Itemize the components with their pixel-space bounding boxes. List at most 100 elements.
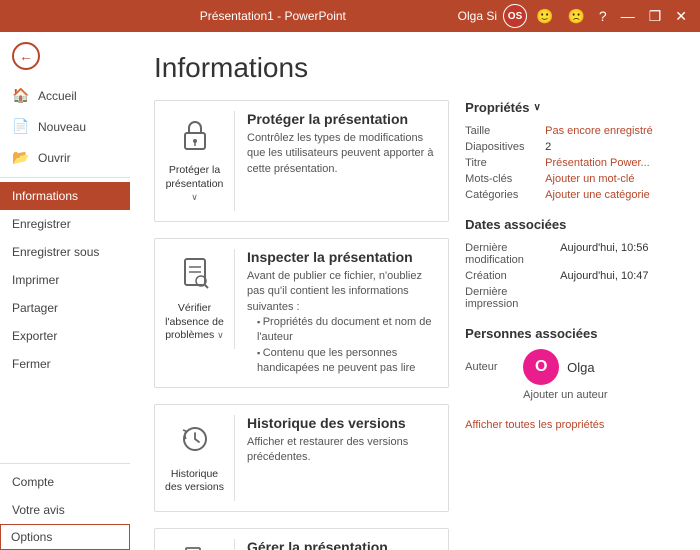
prop-value-taille[interactable]: Pas encore enregistré	[545, 123, 676, 139]
help-icon[interactable]: ?	[594, 6, 612, 26]
sidebar-item-imprimer[interactable]: Imprimer	[0, 266, 130, 294]
date-label-modification: Dernière modification	[465, 240, 560, 268]
properties-header: Propriétés ∨	[465, 100, 676, 115]
card-icon-inspecter[interactable]: Vérifier l'absence de problèmes ∨	[165, 249, 235, 349]
card-inspecter: Vérifier l'absence de problèmes ∨ Inspec…	[154, 238, 449, 388]
sidebar-item-accueil[interactable]: 🏠 Accueil	[0, 80, 130, 111]
sidebar-item-informations[interactable]: Informations	[0, 182, 130, 210]
main-content: Informations	[130, 32, 700, 550]
card-icon-historique[interactable]: Historique des versions	[165, 415, 235, 501]
app-body: ← 🏠 Accueil 📄 Nouveau 📂 Ouvrir Informati…	[0, 32, 700, 550]
open-icon: 📂	[12, 149, 30, 166]
persons-section: Personnes associées Auteur O Olga Ajoute…	[465, 326, 676, 401]
properties-table: Taille Pas encore enregistré Diapositive…	[465, 123, 676, 203]
restore-button[interactable]: ❒	[644, 6, 667, 27]
sidebar-bottom: Compte Votre avis Options	[0, 463, 130, 550]
sidebar-label-partager: Partager	[12, 301, 58, 315]
card-title-proteger: Protéger la présentation	[247, 111, 438, 127]
inspect-icon	[179, 255, 211, 298]
show-all-props-text[interactable]: Afficher toutes les propriétés	[465, 419, 604, 431]
sidebar-item-ouvrir[interactable]: 📂 Ouvrir	[0, 142, 130, 173]
card-desc-proteger: Contrôlez les types de modifications que…	[247, 131, 438, 177]
home-icon: 🏠	[12, 87, 30, 104]
card-historique: Historique des versions Historique des v…	[154, 404, 449, 512]
manage-icon	[179, 545, 211, 550]
sidebar-label-accueil: Accueil	[38, 89, 77, 103]
sidebar-item-avis[interactable]: Votre avis	[0, 496, 130, 524]
properties-title: Propriétés	[465, 100, 529, 115]
sidebar-item-compte[interactable]: Compte	[0, 468, 130, 496]
sidebar: ← 🏠 Accueil 📄 Nouveau 📂 Ouvrir Informati…	[0, 32, 130, 550]
author-name: Olga	[567, 360, 594, 375]
properties-section: Propriétés ∨ Taille Pas encore enregistr…	[465, 100, 676, 203]
card-label-historique: Historique des versions	[165, 468, 224, 495]
sidebar-item-nouveau[interactable]: 📄 Nouveau	[0, 111, 130, 142]
sidebar-label-nouveau: Nouveau	[38, 120, 86, 134]
minimize-button[interactable]: —	[616, 6, 640, 26]
page-title: Informations	[154, 52, 676, 84]
author-row: Auteur O Olga	[465, 349, 676, 385]
sidebar-item-enregistrer[interactable]: Enregistrer	[0, 210, 130, 238]
prop-label-taille: Taille	[465, 123, 545, 139]
card-content-inspecter: Inspecter la présentation Avant de publi…	[247, 249, 438, 377]
bullet-1: Propriétés du document et nom de l'auteu…	[257, 315, 438, 346]
card-title-historique: Historique des versions	[247, 415, 438, 431]
prop-row-taille: Taille Pas encore enregistré	[465, 123, 676, 139]
show-all-properties-link[interactable]: Afficher toutes les propriétés	[465, 415, 676, 433]
dates-table: Dernière modification Aujourd'hui, 10:56…	[465, 240, 676, 312]
sidebar-item-fermer[interactable]: Fermer	[0, 350, 130, 378]
dates-section: Dates associées Dernière modification Au…	[465, 217, 676, 312]
titlebar-user: Olga Si OS	[458, 4, 527, 28]
prop-label-mots-cles: Mots-clés	[465, 171, 545, 187]
card-label-proteger: Protéger la présentation ∨	[165, 164, 224, 205]
titlebar-username: Olga Si	[458, 9, 497, 23]
titlebar: Présentation1 - PowerPoint Olga Si OS 🙂 …	[0, 0, 700, 32]
sidebar-label-ouvrir: Ouvrir	[38, 151, 71, 165]
prop-value-titre[interactable]: Présentation Power...	[545, 155, 676, 171]
close-button[interactable]: ✕	[670, 6, 692, 27]
date-row-modification: Dernière modification Aujourd'hui, 10:56	[465, 240, 676, 268]
prop-row-categories: Catégories Ajouter une catégorie	[465, 187, 676, 203]
dates-title: Dates associées	[465, 217, 566, 232]
emoji-sad-icon[interactable]: 🙁	[562, 6, 589, 27]
bullet-2: Contenu que les personnes handicapées ne…	[257, 346, 438, 377]
card-desc-inspecter: Avant de publier ce fichier, n'oubliez p…	[247, 269, 438, 377]
sidebar-label-enregistrer: Enregistrer	[12, 217, 71, 231]
date-row-impression: Dernière impression	[465, 284, 676, 312]
sidebar-back: ←	[0, 32, 130, 80]
chevron-down-icon: ∨	[191, 192, 198, 202]
persons-header: Personnes associées	[465, 326, 676, 341]
new-icon: 📄	[12, 118, 30, 135]
history-icon	[179, 421, 211, 464]
sidebar-label-options: Options	[11, 530, 52, 544]
prop-row-mots-cles: Mots-clés Ajouter un mot-clé	[465, 171, 676, 187]
sidebar-label-imprimer: Imprimer	[12, 273, 59, 287]
card-title-inspecter: Inspecter la présentation	[247, 249, 438, 265]
card-icon-gerer[interactable]: Gérer la présentation ∨	[165, 539, 235, 550]
sidebar-item-exporter[interactable]: Exporter	[0, 322, 130, 350]
sidebar-item-partager[interactable]: Partager	[0, 294, 130, 322]
titlebar-title: Présentation1 - PowerPoint	[88, 9, 458, 23]
user-avatar: OS	[503, 4, 527, 28]
chevron-down-icon: ∨	[217, 330, 224, 340]
sidebar-label-compte: Compte	[12, 475, 54, 489]
sidebar-item-enregistrer-sous[interactable]: Enregistrer sous	[0, 238, 130, 266]
add-author-link[interactable]: Ajouter un auteur	[523, 389, 676, 401]
prop-value-categories[interactable]: Ajouter une catégorie	[545, 187, 676, 203]
sidebar-item-options[interactable]: Options	[0, 524, 130, 550]
emoji-happy-icon[interactable]: 🙂	[531, 6, 558, 27]
card-icon-proteger[interactable]: Protéger la présentation ∨	[165, 111, 235, 211]
sidebar-nav: 🏠 Accueil 📄 Nouveau 📂 Ouvrir Information…	[0, 80, 130, 463]
card-content-historique: Historique des versions Afficher et rest…	[247, 415, 438, 466]
sidebar-label-avis: Votre avis	[12, 503, 65, 517]
date-label-impression: Dernière impression	[465, 284, 560, 312]
prop-label-diapositives: Diapositives	[465, 139, 545, 155]
content-left: Protéger la présentation ∨ Protéger la p…	[154, 100, 449, 550]
sidebar-label-enregistrer-sous: Enregistrer sous	[12, 245, 99, 259]
prop-row-diapositives: Diapositives 2	[465, 139, 676, 155]
prop-value-mots-cles[interactable]: Ajouter un mot-clé	[545, 171, 676, 187]
sidebar-label-informations: Informations	[12, 189, 78, 203]
prop-label-titre: Titre	[465, 155, 545, 171]
prop-label-categories: Catégories	[465, 187, 545, 203]
back-button[interactable]: ←	[12, 42, 40, 70]
